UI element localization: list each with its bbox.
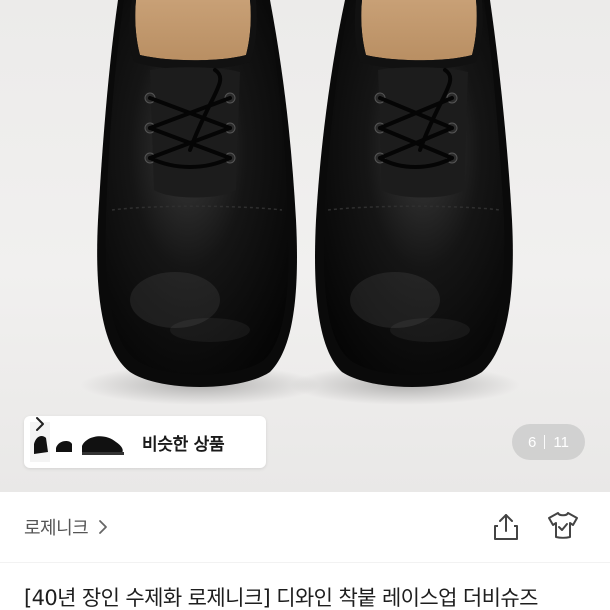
chevron-right-icon[interactable]	[98, 519, 108, 535]
shop-row: 로제니크	[0, 492, 610, 562]
divider	[0, 562, 610, 563]
similar-products-label: 비슷한 상품	[142, 434, 225, 455]
share-icon[interactable]	[492, 512, 520, 542]
product-title: [40년 장인 수제화 로제니크] 디와인 착붙 레이스업 더비슈즈	[24, 586, 538, 610]
chevron-right-icon	[36, 417, 44, 431]
counter-separator	[544, 435, 546, 449]
shop-name-link[interactable]: 로제니크	[24, 514, 89, 540]
dress-icon[interactable]	[546, 510, 580, 542]
total-image-count: 11	[553, 433, 569, 451]
similar-products-button[interactable]: 비슷한 상품	[24, 416, 266, 468]
current-image-index: 6	[528, 433, 537, 451]
image-page-counter: 6 11	[512, 424, 585, 460]
product-image[interactable]: 비슷한 상품 6 11	[0, 0, 610, 492]
